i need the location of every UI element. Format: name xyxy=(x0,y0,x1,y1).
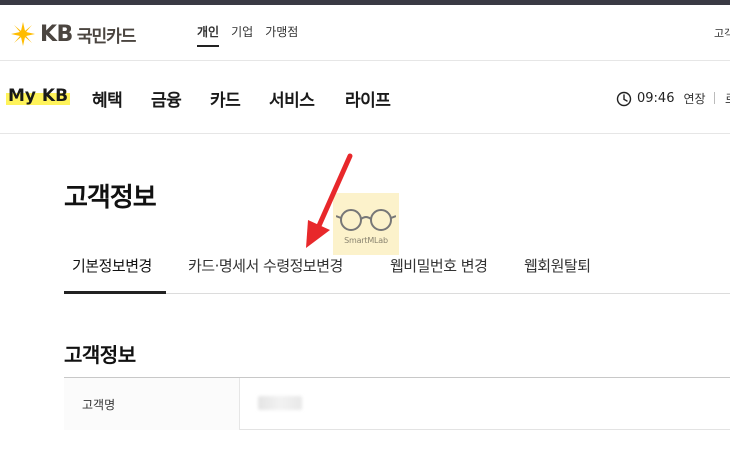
kb-kookmin-card-logo[interactable]: KB 국민카드 xyxy=(10,19,137,49)
nav-life[interactable]: 라이프 xyxy=(345,86,391,111)
section-title: 고객정보 xyxy=(64,343,136,367)
tab-card-statement-delivery[interactable]: 카드·명세서 수령정보변경 xyxy=(188,255,343,276)
nav-my-kb[interactable]: My KB xyxy=(6,86,71,106)
customer-name-value-blurred xyxy=(258,396,302,410)
active-tab-indicator xyxy=(64,291,166,294)
tab-web-member-withdrawal[interactable]: 웹회원탈퇴 xyxy=(524,255,591,276)
customer-info-table: 고객명 xyxy=(64,377,730,430)
session-time: 09:46 xyxy=(637,91,675,106)
nav-service[interactable]: 서비스 xyxy=(269,86,315,111)
table-header-cell: 고객명 xyxy=(64,378,240,430)
nav-benefits[interactable]: 혜택 xyxy=(92,86,123,111)
tab-basic-info-change[interactable]: 기본정보변경 xyxy=(72,255,152,276)
clock-icon xyxy=(616,91,632,106)
segment-corporate[interactable]: 기업 xyxy=(231,23,253,47)
kb-star-icon xyxy=(11,22,35,46)
session-timer: 09:46 연장 xyxy=(616,90,706,107)
red-arrow-annotation xyxy=(306,153,353,248)
customer-name-label: 고객명 xyxy=(82,398,116,412)
tab-web-password-change[interactable]: 웹비밀번호 변경 xyxy=(390,255,488,276)
segment-merchant[interactable]: 가맹점 xyxy=(265,23,298,47)
top-bar: KB 국민카드 개인 기업 가맹점 고객 xyxy=(0,5,730,61)
logout-link[interactable]: 로 xyxy=(725,90,730,107)
divider xyxy=(714,92,715,104)
nav-finance[interactable]: 금융 xyxy=(151,86,182,111)
segment-personal[interactable]: 개인 xyxy=(197,23,220,47)
logo-company-name: 국민카드 xyxy=(76,26,137,47)
customer-segment-nav: 개인 기업 가맹점 xyxy=(197,23,298,47)
nav-card[interactable]: 카드 xyxy=(210,86,241,111)
main-navigation: My KB 혜택 금융 카드 서비스 라이프 09:46 연장 로 xyxy=(0,62,730,134)
logo-kb-text: KB xyxy=(40,21,73,47)
page-title: 고객정보 xyxy=(64,183,157,213)
top-right-link[interactable]: 고객 xyxy=(714,25,730,41)
session-extend-button[interactable]: 연장 xyxy=(683,90,705,107)
